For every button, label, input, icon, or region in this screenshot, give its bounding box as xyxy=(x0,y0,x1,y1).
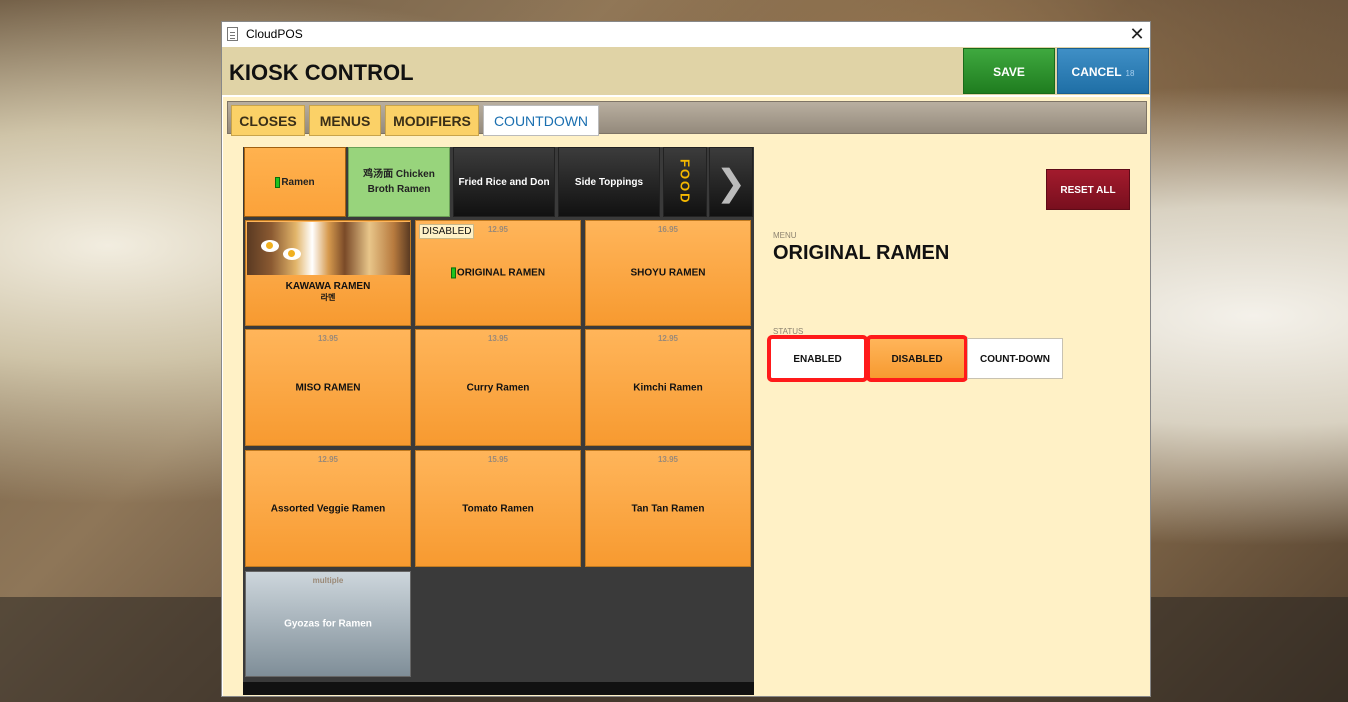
item-name: Tomato Ramen xyxy=(462,503,534,514)
menu-label: MENU xyxy=(773,231,797,240)
menu-item[interactable]: 16.95 SHOYU RAMEN xyxy=(585,220,751,326)
status-enabled-button[interactable]: ENABLED xyxy=(767,335,868,382)
window-title: CloudPOS xyxy=(246,27,303,41)
tab-bar: CLOSES MENUS MODIFIERS COUNTDOWN xyxy=(227,101,1147,136)
menu-item[interactable]: KAWAWA RAMEN 라멘 xyxy=(245,220,411,326)
category-label: Fried Rice and Don xyxy=(458,176,550,188)
status-label: STATUS xyxy=(773,327,804,336)
item-name: SHOYU RAMEN xyxy=(630,267,706,279)
menu-item[interactable]: 12.95 DISABLED ORIGINAL RAMEN xyxy=(415,220,581,326)
active-marker xyxy=(275,176,281,188)
category-side-toppings[interactable]: Side Toppings xyxy=(558,147,660,217)
food-image xyxy=(247,222,410,275)
menu-item[interactable]: 15.95 Tomato Ramen xyxy=(415,450,581,567)
item-price: 13.95 xyxy=(657,455,679,464)
status-badge: DISABLED xyxy=(419,224,475,239)
status-countdown-button[interactable]: COUNT-DOWN xyxy=(967,338,1063,379)
item-name: ORIGINAL RAMEN xyxy=(416,267,580,279)
status-disabled-button[interactable]: DISABLED xyxy=(866,335,968,382)
tab-modifiers[interactable]: MODIFIERS xyxy=(385,105,479,136)
category-label: Ramen xyxy=(281,176,315,188)
tab-countdown[interactable]: COUNTDOWN xyxy=(483,105,599,136)
tab-menus[interactable]: MENUS xyxy=(309,105,381,136)
item-name: MISO RAMEN xyxy=(295,382,361,393)
item-name: Assorted Veggie Ramen xyxy=(270,503,386,514)
cancel-button[interactable]: CANCEL 18 xyxy=(1057,48,1149,94)
item-name: KAWAWA RAMEN 라멘 xyxy=(285,281,371,302)
document-icon xyxy=(227,27,238,41)
menu-item[interactable]: 13.95 Curry Ramen xyxy=(415,329,581,446)
category-ramen[interactable]: Ramen xyxy=(244,147,346,217)
grid-footer xyxy=(243,682,754,695)
item-name: Kimchi Ramen xyxy=(633,382,703,393)
tab-closes[interactable]: CLOSES xyxy=(231,105,305,136)
menu-value: ORIGINAL RAMEN xyxy=(773,242,950,264)
item-price: 13.95 xyxy=(317,334,339,343)
category-label: FOOD xyxy=(677,159,693,205)
item-price: multiple xyxy=(312,576,344,585)
chevron-right-icon[interactable]: ❯ xyxy=(709,147,753,217)
cancel-label: CANCEL xyxy=(1071,65,1122,79)
category-group-food[interactable]: FOOD xyxy=(663,147,707,217)
save-button[interactable]: SAVE xyxy=(963,48,1055,94)
item-price: 16.95 xyxy=(657,225,679,234)
page-title: KIOSK CONTROL xyxy=(229,60,414,85)
cancel-count: 18 xyxy=(1125,69,1135,78)
save-label: SAVE xyxy=(993,65,1025,79)
item-price: 13.95 xyxy=(487,334,509,343)
category-label: 鸡汤面 Chicken Broth Ramen xyxy=(363,169,435,195)
category-chicken-broth-ramen[interactable]: 鸡汤面 Chicken Broth Ramen xyxy=(348,147,450,217)
item-price: 12.95 xyxy=(317,455,339,464)
menu-item[interactable]: multiple Gyozas for Ramen xyxy=(245,571,411,677)
item-name: Tan Tan Ramen xyxy=(631,503,705,514)
menu-item[interactable]: 12.95 Kimchi Ramen xyxy=(585,329,751,446)
menu-item[interactable]: 13.95 Tan Tan Ramen xyxy=(585,450,751,567)
category-fried-rice-and-don[interactable]: Fried Rice and Don xyxy=(453,147,555,217)
item-price: 15.95 xyxy=(487,455,509,464)
close-icon[interactable]: ✕ xyxy=(1126,23,1148,45)
item-price: 12.95 xyxy=(657,334,679,343)
category-label: Side Toppings xyxy=(574,176,644,188)
app-window: CloudPOS ✕ KIOSK CONTROL SAVE CANCEL 18 C… xyxy=(221,21,1151,697)
menu-item[interactable]: 12.95 Assorted Veggie Ramen xyxy=(245,450,411,567)
reset-all-button[interactable]: RESET ALL xyxy=(1046,169,1130,210)
title-bar: CloudPOS ✕ xyxy=(222,22,1150,47)
menu-grid: Ramen 鸡汤面 Chicken Broth Ramen Fried Rice… xyxy=(243,147,754,695)
item-name: Gyozas for Ramen xyxy=(284,618,372,630)
active-marker xyxy=(450,267,456,279)
main-content: CLOSES MENUS MODIFIERS COUNTDOWN Ramen 鸡… xyxy=(223,97,1150,696)
page-header: KIOSK CONTROL SAVE CANCEL 18 xyxy=(222,47,1150,95)
menu-item[interactable]: 13.95 MISO RAMEN xyxy=(245,329,411,446)
item-name: Curry Ramen xyxy=(466,382,530,393)
